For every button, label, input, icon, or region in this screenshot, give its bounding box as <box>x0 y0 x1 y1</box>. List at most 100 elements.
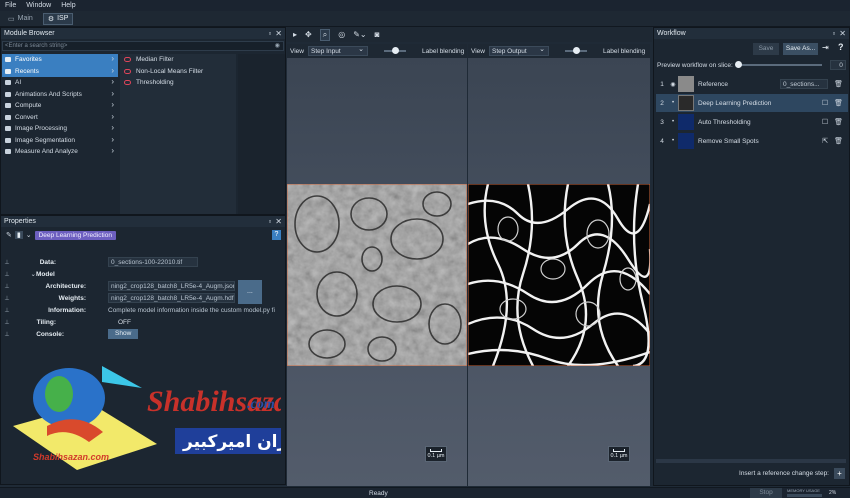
float-icon[interactable]: ▫ <box>268 217 271 226</box>
favorite-non-local-means[interactable]: Non-Local Means Filter <box>120 66 236 78</box>
float-icon[interactable]: ▫ <box>832 29 835 38</box>
output-viewer[interactable]: 0.1 µm <box>468 58 650 486</box>
workflow-save-as-button[interactable]: Save As... <box>783 43 818 55</box>
category-animations[interactable]: Animations And Scripts › <box>2 89 118 101</box>
workflow-step-auto-thresholding[interactable]: 3 • Auto Thresholding ☐ 🗑 <box>656 113 848 131</box>
pin-icon[interactable]: ⊥ <box>2 271 12 278</box>
checkbox-icon[interactable]: ☐ <box>822 118 828 126</box>
pin-icon[interactable]: ⊥ <box>2 283 12 290</box>
mode-main-button[interactable]: ▭ Main <box>4 13 37 25</box>
category-convert[interactable]: Convert › <box>2 112 118 124</box>
category-label: Measure And Analyze <box>15 148 78 156</box>
checkbox-icon[interactable]: ☐ <box>822 99 828 107</box>
export-icon[interactable]: ⇱ <box>822 137 828 145</box>
right-blending-slider[interactable] <box>564 47 587 54</box>
category-label: Favorites <box>15 56 42 64</box>
delete-icon[interactable]: 🗑 <box>834 99 843 107</box>
left-blending-slider[interactable] <box>383 47 406 54</box>
category-ai[interactable]: AI › <box>2 77 118 89</box>
close-icon[interactable]: ✕ <box>275 217 282 226</box>
category-compute[interactable]: Compute › <box>2 100 118 112</box>
workflow-save-button[interactable]: Save <box>753 43 779 55</box>
delete-icon[interactable]: 🗑 <box>834 118 843 126</box>
step-label: Remove Small Spots <box>698 137 759 145</box>
module-search-input[interactable]: <Enter a search string> ◉ <box>2 41 284 51</box>
browse-model-button[interactable]: ... <box>238 280 262 304</box>
search-icon[interactable]: ◉ <box>275 42 280 51</box>
pin-icon[interactable]: ⊥ <box>2 319 12 326</box>
logo-wing <box>102 366 142 388</box>
add-icon[interactable]: + <box>834 467 845 479</box>
menu-help[interactable]: Help <box>61 2 75 9</box>
data-select[interactable]: 0_sections-100-22010.tif <box>108 257 198 268</box>
radio-icon[interactable]: ◉ <box>668 81 678 88</box>
right-view-select[interactable]: Step Output <box>488 45 549 56</box>
category-image-segmentation[interactable]: Image Segmentation › <box>2 135 118 147</box>
step-number: 2 <box>660 99 664 107</box>
workflow-scrollbar[interactable] <box>656 459 846 463</box>
pin-icon[interactable]: ⊥ <box>2 295 12 302</box>
pin-icon[interactable]: ✎ <box>6 231 12 239</box>
weights-field[interactable]: ning2_crop128_batch8_LR5e-4_Augm.hdf5 <box>108 293 235 304</box>
workflow-help-icon[interactable]: ? <box>838 42 844 52</box>
step-thumbnail <box>678 114 694 130</box>
console-row: ⊥ Console: Show <box>2 328 284 341</box>
tiling-label: Tiling: <box>36 318 56 326</box>
float-icon[interactable]: ▫ <box>268 29 271 38</box>
memory-usage-label: MEMORY USAGE <box>787 488 820 493</box>
delete-icon[interactable]: 🗑 <box>834 80 843 88</box>
category-recents[interactable]: Recents › <box>2 65 118 77</box>
slider-knob[interactable] <box>734 61 742 68</box>
camera-icon[interactable]: ◙ <box>375 30 380 39</box>
watermark-persian: شبیه‌سازان امیرکبیر <box>182 432 281 452</box>
menu-file[interactable]: File <box>5 2 16 9</box>
pin-icon[interactable]: ⊥ <box>2 331 12 338</box>
module-chip[interactable]: Deep Learning Prediction <box>34 230 116 240</box>
module-icon <box>124 57 131 63</box>
category-image-processing[interactable]: Image Processing › <box>2 123 118 135</box>
left-view-select[interactable]: Step Input <box>307 45 368 56</box>
mode-isp-button[interactable]: ⚙ ISP <box>42 12 74 25</box>
workflow-step-remove-small-spots[interactable]: 4 • Remove Small Spots ⇱ 🗑 <box>656 132 848 150</box>
chevron-right-icon: › <box>111 123 114 132</box>
chevron-down-icon[interactable]: ⌄ <box>26 231 32 239</box>
help-button[interactable]: ? <box>272 230 281 240</box>
step-thumbnail <box>678 133 694 149</box>
workflow-step-reference[interactable]: 1 ◉ Reference 0_sections... 🗑 <box>656 75 848 93</box>
view-label: View <box>471 47 485 55</box>
slider-knob[interactable] <box>391 47 399 54</box>
stop-button[interactable]: Stop <box>750 488 782 498</box>
export-icon[interactable]: ⇥ <box>822 43 829 52</box>
architecture-field[interactable]: ning2_crop128_batch8_LR5e-4_Augm.json <box>108 281 235 292</box>
reference-select[interactable]: 0_sections... <box>780 79 828 89</box>
input-viewer[interactable]: 0.1 µm <box>287 58 467 486</box>
folder-icon <box>5 149 11 155</box>
pin-icon[interactable]: ⊥ <box>2 259 12 266</box>
data-label: Data: <box>39 258 56 266</box>
reset-view-icon[interactable]: ◎ <box>338 30 345 39</box>
console-show-button[interactable]: Show <box>108 329 139 340</box>
slider-knob[interactable] <box>572 47 580 54</box>
zoom-icon[interactable]: ⌕ <box>319 28 331 41</box>
favorite-thresholding[interactable]: Thresholding <box>120 77 236 89</box>
pin-icon[interactable]: ⊥ <box>2 307 12 314</box>
tiling-toggle[interactable]: OFF <box>118 319 131 326</box>
close-icon[interactable]: ✕ <box>839 29 846 38</box>
category-measure-analyze[interactable]: Measure And Analyze › <box>2 146 118 158</box>
category-favorites[interactable]: Favorites › <box>2 54 118 66</box>
preview-slice-input[interactable]: 0 <box>829 60 846 70</box>
close-icon[interactable]: ✕ <box>275 29 282 38</box>
menu-window[interactable]: Window <box>26 2 51 9</box>
lock-icon[interactable]: ▮ <box>14 231 23 239</box>
preview-slice-slider[interactable] <box>734 61 822 68</box>
mode-toolbar: ▭ Main ⚙ ISP <box>0 11 850 27</box>
isp-icon: ⚙ <box>47 15 55 23</box>
pointer-icon[interactable]: ▸ <box>293 30 297 39</box>
workflow-step-deep-learning[interactable]: 2 • Deep Learning Prediction ☐ 🗑 <box>656 94 848 112</box>
brush-icon[interactable]: ✎⌄ <box>353 30 366 39</box>
chevron-down-icon[interactable]: ⌄ <box>12 270 36 278</box>
delete-icon[interactable]: 🗑 <box>834 137 843 145</box>
pan-icon[interactable]: ✥ <box>305 30 312 39</box>
search-placeholder: <Enter a search string> <box>5 43 68 49</box>
favorite-median-filter[interactable]: Median Filter <box>120 54 236 66</box>
